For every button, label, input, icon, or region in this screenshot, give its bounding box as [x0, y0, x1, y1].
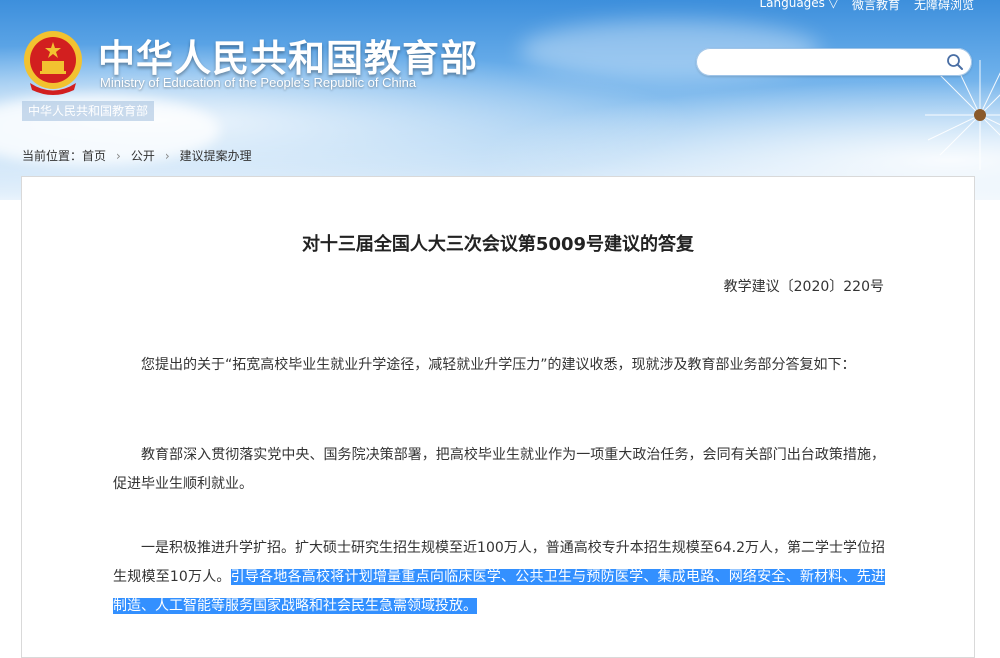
breadcrumb-label: 当前位置： — [22, 149, 83, 163]
paragraph-policy: 教育部深入贯彻落实党中央、国务院决策部署，把高校毕业生就业作为一项重大政治任务，… — [113, 447, 885, 492]
site-title[interactable]: 中华人民共和国教育部 — [98, 28, 478, 82]
paragraph-enrollment: 一是积极推进升学扩招。扩大硕士研究生招生规模至近100万人，普通高校专升本招生规… — [113, 534, 885, 621]
breadcrumb-public[interactable]: 公开 — [131, 149, 155, 163]
site-header: Languages ▽ 微言教育 无障碍浏览 中华人民共和国教育部 Minist… — [0, 0, 1000, 200]
search-box — [696, 48, 972, 76]
breadcrumb-proposals[interactable]: 建议提案办理 — [180, 149, 252, 163]
article-title: 对十三届全国人大三次会议第5009号建议的答复 — [301, 234, 695, 255]
accessibility-link[interactable]: 无障碍浏览 — [914, 0, 974, 13]
top-utility-bar: Languages ▽ 微言教育 无障碍浏览 — [759, 0, 974, 13]
search-icon[interactable] — [946, 53, 964, 71]
document-number: 教学建议〔2020〕220号 — [723, 279, 884, 295]
national-emblem-icon — [24, 31, 82, 95]
chevron-right-icon: › — [116, 149, 121, 163]
search-input[interactable] — [708, 52, 937, 74]
site-tag: 中华人民共和国教育部 — [22, 101, 155, 121]
paragraph-intro: 您提出的关于“拓宽高校毕业生就业升学途径，减轻就业升学压力”的建议收悉，现就涉及… — [141, 357, 856, 373]
languages-link[interactable]: Languages ▽ — [759, 0, 838, 13]
chevron-right-icon: › — [164, 149, 170, 163]
breadcrumb: 当前位置：首页 › 公开 › 建议提案办理 — [22, 147, 252, 164]
weibo-link[interactable]: 微言教育 — [852, 0, 900, 13]
breadcrumb-home[interactable]: 首页 — [82, 149, 106, 163]
site-subtitle: Ministry of Education of the People's Re… — [100, 75, 417, 90]
article-panel: 对十三届全国人大三次会议第5009号建议的答复 教学建议〔2020〕220号 您… — [21, 176, 975, 658]
